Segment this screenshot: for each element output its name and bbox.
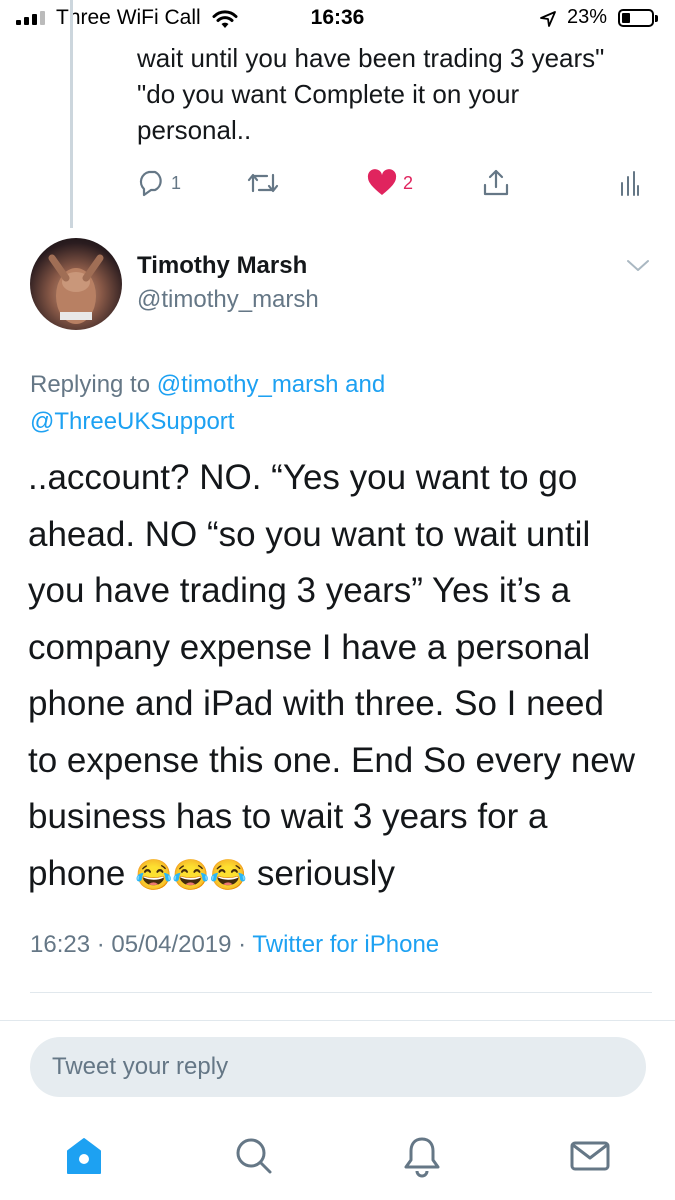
replying-to-user-link[interactable]: @timothy_marsh xyxy=(157,371,339,398)
previous-tweet-actions: 1 2 xyxy=(137,165,657,205)
retweet-button[interactable] xyxy=(245,165,281,201)
previous-tweet-line: personal.. xyxy=(137,115,252,145)
tweet-text: ..account? NO. “Yes you want to go ahead… xyxy=(28,450,658,904)
tweet-meta: 16:23 · 05/04/2019 · Twitter for iPhone xyxy=(30,931,439,959)
tweet-text-fragment: seriously xyxy=(256,853,395,893)
tweet-reply-input[interactable]: Tweet your reply xyxy=(30,1037,646,1097)
share-icon xyxy=(483,169,509,196)
envelope-icon xyxy=(570,1141,610,1171)
like-button[interactable]: 2 xyxy=(367,165,413,201)
replying-to-and: and xyxy=(345,371,386,398)
previous-tweet-line: "do you want Complete it on your xyxy=(137,79,520,109)
tweet-timestamp: 16:23 · 05/04/2019 · xyxy=(30,931,247,958)
avatar-photo xyxy=(48,254,104,324)
tab-messages[interactable] xyxy=(568,1134,612,1183)
tweet-source-link[interactable]: Twitter for iPhone xyxy=(252,931,439,958)
tab-notifications[interactable] xyxy=(400,1134,444,1183)
previous-tweet-text: wait until you have been trading 3 years… xyxy=(137,20,657,148)
tweet-text-line: ahead. NO “so you want to wait until xyxy=(28,514,591,554)
author-name[interactable]: Timothy Marsh xyxy=(137,252,307,280)
author-handle[interactable]: @timothy_marsh xyxy=(137,286,319,314)
replying-to-label: Replying to xyxy=(30,371,151,398)
reply-placeholder: Tweet your reply xyxy=(52,1053,229,1080)
reply-icon xyxy=(139,170,162,197)
author-avatar[interactable] xyxy=(30,238,122,330)
tweet-text-line: company expense I have a personal xyxy=(28,627,591,667)
share-button[interactable] xyxy=(481,165,511,201)
like-count: 2 xyxy=(403,172,414,193)
tab-bar xyxy=(0,1120,675,1200)
tweet-text-line-last: phone 😂😂😂 seriously xyxy=(28,846,658,905)
tab-home[interactable] xyxy=(62,1134,106,1183)
chevron-down-icon[interactable] xyxy=(626,258,650,274)
home-icon xyxy=(67,1138,101,1174)
tweet-text-line: to expense this one. End So every new xyxy=(28,740,636,780)
tweet-text-fragment: phone xyxy=(28,853,126,893)
tweet-text-line: you have trading 3 years” Yes it’s a xyxy=(28,571,571,610)
divider xyxy=(30,992,652,993)
retweet-icon xyxy=(247,173,279,193)
tweet-text-line: business has to wait 3 years for a xyxy=(28,797,548,836)
laughing-emoji: 😂😂😂 xyxy=(135,858,248,892)
analytics-button[interactable] xyxy=(619,165,641,201)
heart-icon xyxy=(367,169,397,195)
tweet-text-line: ..account? NO. “Yes you want to go xyxy=(28,458,578,497)
previous-tweet-line: wait until you have been trading 3 years… xyxy=(137,43,605,73)
bell-icon xyxy=(404,1137,440,1178)
thread-connector-line xyxy=(70,0,73,228)
divider xyxy=(0,1020,675,1021)
previous-tweet-cut-line xyxy=(137,20,657,40)
reply-count: 1 xyxy=(171,172,182,193)
reply-button[interactable]: 1 xyxy=(137,165,181,201)
replying-to-user-link[interactable]: @ThreeUKSupport xyxy=(30,408,234,435)
tab-search[interactable] xyxy=(232,1134,276,1183)
search-icon xyxy=(236,1138,272,1174)
tweet-text-line: phone and iPad with three. So I need xyxy=(28,684,604,723)
replying-to: Replying to @timothy_marsh and @ThreeUKS… xyxy=(30,366,650,440)
analytics-icon xyxy=(621,171,639,196)
